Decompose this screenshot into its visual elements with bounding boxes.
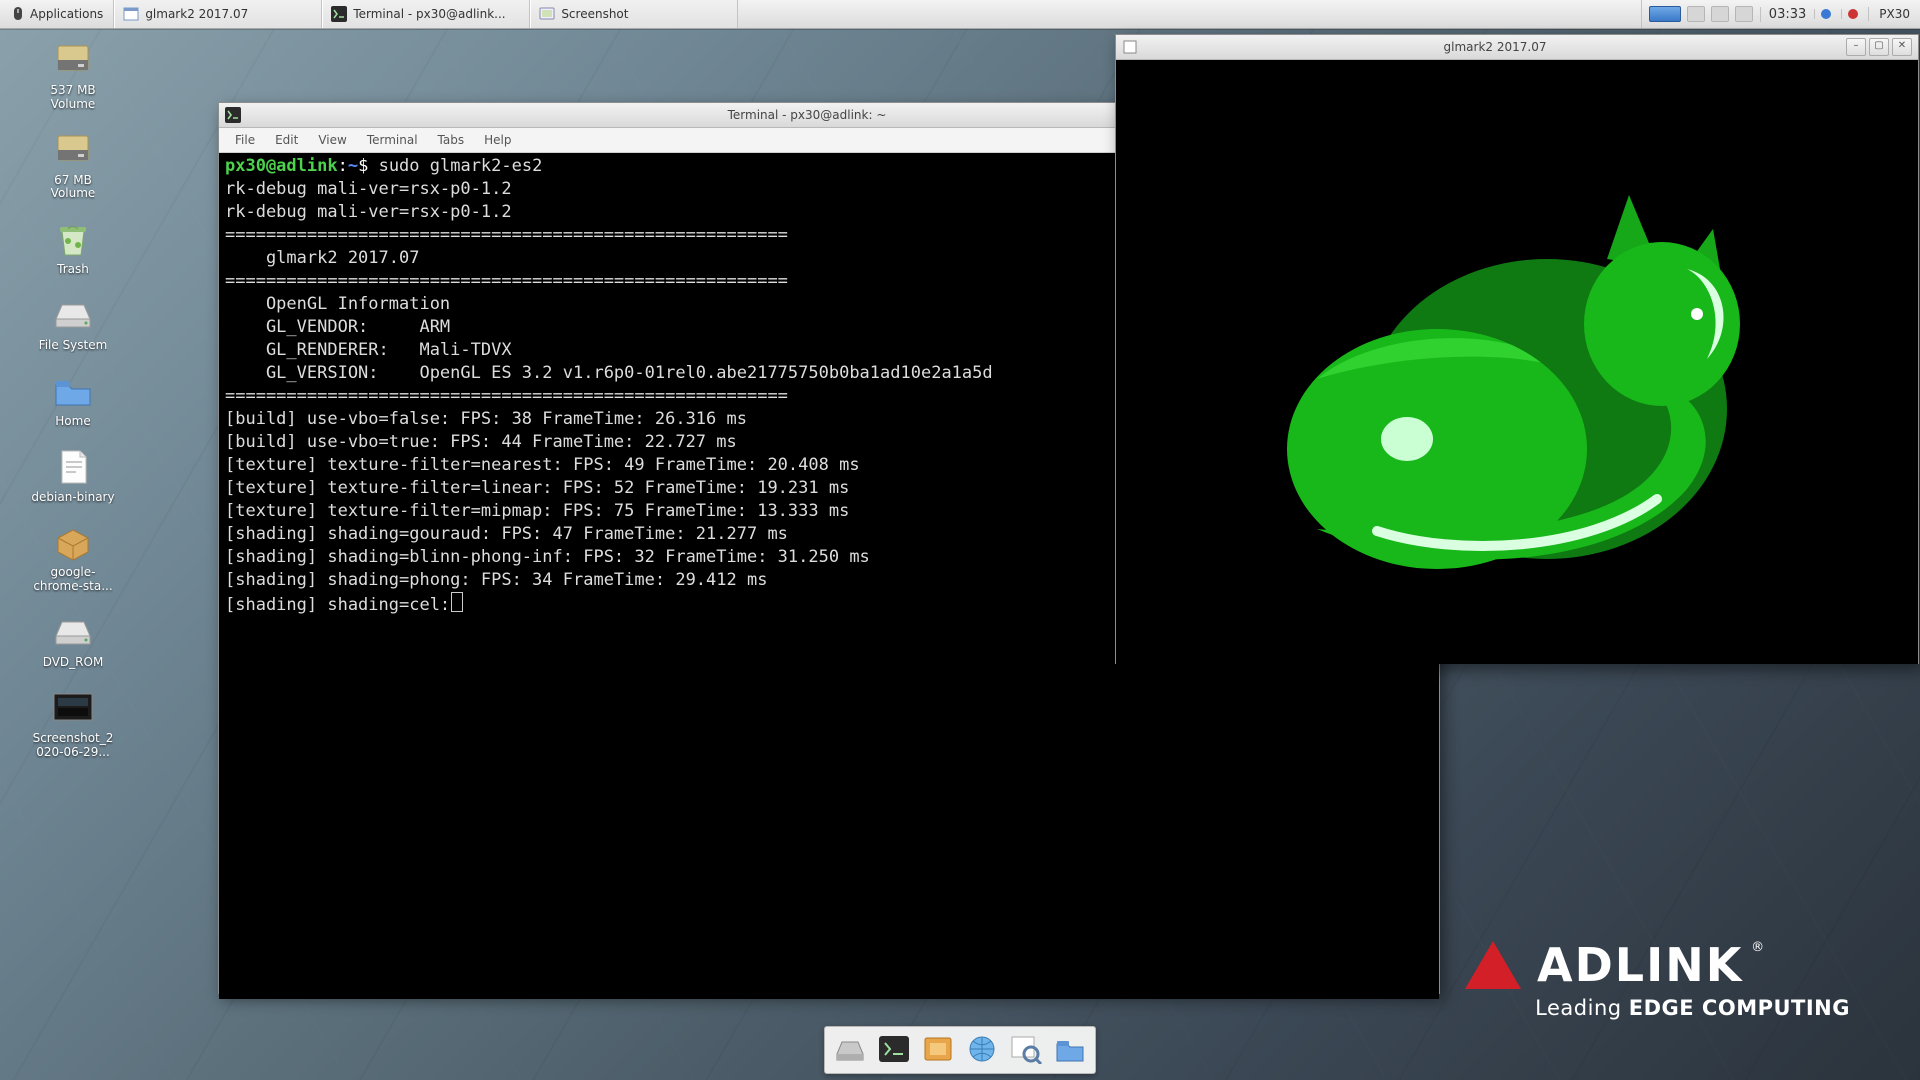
desktop-icon-fs[interactable]: File System xyxy=(18,295,128,353)
desktop[interactable]: ADLINK ® Leading EDGE COMPUTING Applicat… xyxy=(0,0,1920,1080)
desktop-icon-label: Trash xyxy=(57,263,89,277)
tray-network[interactable] xyxy=(1841,9,1868,19)
top-panel: Applications glmark2 2017.07 Terminal - p… xyxy=(0,0,1920,29)
drive-icon xyxy=(50,295,96,335)
panel-clock[interactable]: 03:33 xyxy=(1760,7,1814,22)
terminal-icon xyxy=(225,107,241,123)
desktop-icon-home[interactable]: Home xyxy=(18,371,128,429)
folder-icon xyxy=(1053,1034,1087,1067)
folder-icon xyxy=(50,371,96,411)
maximize-button[interactable]: ▢ xyxy=(1869,38,1889,56)
desktop-icon-label: 67 MBVolume xyxy=(51,174,96,202)
text-cursor-icon xyxy=(1148,680,1158,700)
dock-web[interactable] xyxy=(963,1031,1001,1069)
desktop-icon-label: google-chrome-sta... xyxy=(33,566,112,594)
dock-software[interactable] xyxy=(919,1031,957,1069)
package-icon xyxy=(50,522,96,562)
taskbar-item-1[interactable]: Terminal - px30@adlink... xyxy=(322,0,530,28)
vendor-logo-text: ADLINK xyxy=(1537,938,1743,992)
menu-edit[interactable]: Edit xyxy=(265,130,308,150)
disk-icon xyxy=(50,130,96,170)
terminal-icon xyxy=(877,1034,911,1067)
desktop-icon-deb[interactable]: debian-binary xyxy=(18,447,128,505)
cel-shaded-cat xyxy=(1257,159,1777,589)
desktop-icon-label: debian-binary xyxy=(31,491,114,505)
desktop-icon-label: Screenshot_2020-06-29... xyxy=(33,732,114,760)
desktop-icon-dvd[interactable]: DVD_ROM xyxy=(18,612,128,670)
workspace-2[interactable] xyxy=(1687,6,1705,22)
terminal-icon xyxy=(331,6,347,22)
taskbar-item-label: Terminal - px30@adlink... xyxy=(353,7,505,21)
registered-mark: ® xyxy=(1751,940,1764,955)
desktop-icon-label: Home xyxy=(55,415,90,429)
applications-label: Applications xyxy=(30,7,103,21)
taskbar-item-label: Screenshot xyxy=(561,7,628,21)
panel-host[interactable]: PX30 xyxy=(1868,7,1920,21)
vendor-tagline-pre: Leading xyxy=(1535,996,1629,1020)
bottom-dock xyxy=(824,1026,1096,1074)
software-icon xyxy=(921,1034,955,1067)
dock-viewer[interactable] xyxy=(1007,1031,1045,1069)
desktop-icon-chrome[interactable]: google-chrome-sta... xyxy=(18,522,128,594)
glmark2-window[interactable]: glmark2 2017.07 – ▢ ✕ xyxy=(1115,34,1919,664)
minimize-button[interactable]: – xyxy=(1846,38,1866,56)
desktop-icon-vol2[interactable]: 67 MBVolume xyxy=(18,130,128,202)
workspace-4[interactable] xyxy=(1735,6,1753,22)
tray-bluetooth[interactable] xyxy=(1814,9,1841,19)
glmark2-viewport xyxy=(1116,60,1918,664)
menu-tabs[interactable]: Tabs xyxy=(428,130,475,150)
screenshot-icon xyxy=(539,6,555,22)
window-icon xyxy=(123,6,139,22)
viewer-icon xyxy=(1009,1034,1043,1067)
menu-help[interactable]: Help xyxy=(474,130,521,150)
dock-folder[interactable] xyxy=(1051,1031,1089,1069)
dock-files[interactable] xyxy=(831,1031,869,1069)
desktop-icon-label: DVD_ROM xyxy=(43,656,104,670)
window-icon xyxy=(1122,39,1138,55)
menu-terminal[interactable]: Terminal xyxy=(357,130,428,150)
desktop-icon-vol1[interactable]: 537 MBVolume xyxy=(18,40,128,112)
vendor-tagline-bold: EDGE COMPUTING xyxy=(1629,996,1850,1020)
files-icon xyxy=(833,1034,867,1067)
glmark2-titlebar[interactable]: glmark2 2017.07 – ▢ ✕ xyxy=(1116,35,1918,60)
vendor-logo-mark xyxy=(1465,941,1521,989)
mouse-icon xyxy=(10,6,26,22)
drive-icon xyxy=(50,612,96,652)
file-icon xyxy=(50,447,96,487)
glmark2-title: glmark2 2017.07 xyxy=(1144,40,1846,54)
dock-terminal[interactable] xyxy=(875,1031,913,1069)
workspace-3[interactable] xyxy=(1711,6,1729,22)
close-button[interactable]: ✕ xyxy=(1892,38,1912,56)
systray-workspace[interactable] xyxy=(1641,0,1760,28)
desktop-icon-shot[interactable]: Screenshot_2020-06-29... xyxy=(18,688,128,760)
taskbar-item-0[interactable]: glmark2 2017.07 xyxy=(114,0,322,28)
disk-icon xyxy=(50,40,96,80)
desktop-icon-area: 537 MBVolume 67 MBVolume Trash File System H… xyxy=(18,40,128,777)
menu-view[interactable]: View xyxy=(308,130,356,150)
taskbar-item-label: glmark2 2017.07 xyxy=(145,7,248,21)
menu-file[interactable]: File xyxy=(225,130,265,150)
desktop-icon-trash[interactable]: Trash xyxy=(18,219,128,277)
image-icon xyxy=(50,688,96,728)
applications-menu[interactable]: Applications xyxy=(0,0,114,28)
workspace-active[interactable] xyxy=(1649,6,1681,22)
trash-icon xyxy=(50,219,96,259)
web-icon xyxy=(965,1034,999,1067)
vendor-logo: ADLINK ® Leading EDGE COMPUTING xyxy=(1465,938,1850,1020)
desktop-icon-label: File System xyxy=(39,339,108,353)
desktop-icon-label: 537 MBVolume xyxy=(50,84,95,112)
taskbar-item-2[interactable]: Screenshot xyxy=(530,0,738,28)
